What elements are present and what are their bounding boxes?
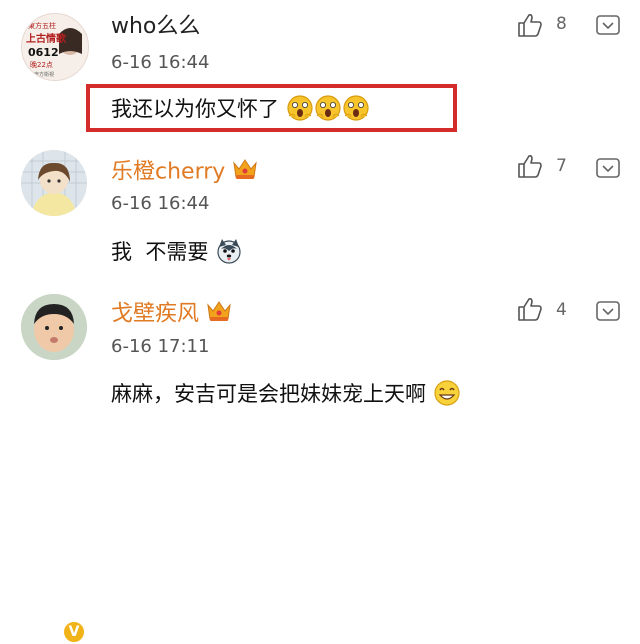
avatar-caption: 0612 bbox=[28, 46, 59, 59]
comment-text: 麻麻，安吉可是会把妹妹宠上天啊 bbox=[111, 378, 461, 412]
comment-more-icon bbox=[596, 301, 620, 321]
comment-more-icon bbox=[596, 15, 620, 35]
like-button[interactable] bbox=[517, 296, 543, 322]
username-text: 乐橙cherry bbox=[111, 159, 226, 185]
comment-item: 乐橙cherry 6-16 16:44 我 不需要 7 bbox=[0, 140, 640, 280]
like-count: 8 bbox=[556, 14, 567, 34]
comment-text: 我还以为你又怀了 bbox=[111, 93, 370, 127]
like-count: 4 bbox=[556, 300, 567, 320]
username[interactable]: who么么 bbox=[111, 14, 200, 40]
avatar[interactable]: 東方五柱 上古情歌 0612 晚22点 東方衛視 bbox=[21, 13, 89, 81]
husky-dog-emoji bbox=[215, 237, 243, 270]
grinning-face-emoji bbox=[433, 379, 461, 412]
avatar-caption: 晚22点 bbox=[30, 60, 53, 69]
comment-text: 我 不需要 bbox=[111, 236, 243, 270]
avatar-image: 東方五柱 上古情歌 0612 晚22点 東方衛視 bbox=[22, 14, 88, 80]
timestamp: 6-16 16:44 bbox=[111, 193, 210, 214]
avatar-caption: 上古情歌 bbox=[26, 32, 67, 45]
timestamp: 6-16 16:44 bbox=[111, 52, 210, 73]
username-text: 戈壁疾风 bbox=[111, 301, 200, 327]
comment-text-content: 我 不需要 bbox=[111, 240, 209, 264]
timestamp: 6-16 17:11 bbox=[111, 336, 210, 357]
avatar[interactable] bbox=[21, 150, 87, 216]
like-button[interactable] bbox=[517, 12, 543, 38]
comment-text-content: 麻麻，安吉可是会把妹妹宠上天啊 bbox=[111, 382, 426, 406]
avatar-caption: 東方五柱 bbox=[28, 21, 56, 30]
username[interactable]: 戈壁疾风 bbox=[111, 299, 233, 330]
comment-more-icon bbox=[596, 158, 620, 178]
thumbs-up-icon bbox=[518, 155, 542, 178]
comment-item: 東方五柱 上古情歌 0612 晚22点 東方衛視 who么么 6-16 16:4… bbox=[0, 0, 640, 140]
shocked-face-emoji bbox=[342, 94, 370, 127]
verified-badge-icon: V bbox=[62, 620, 86, 644]
avatar-caption: 東方衛視 bbox=[34, 71, 54, 78]
vip-crown-icon bbox=[205, 299, 233, 330]
more-button[interactable] bbox=[596, 158, 620, 178]
shocked-face-emoji bbox=[314, 94, 342, 127]
like-button[interactable] bbox=[517, 153, 543, 179]
comment-item: V 戈壁疾风 6-16 17:11 麻麻，安吉可是会把妹妹宠上天啊 4 bbox=[0, 280, 640, 644]
avatar-image bbox=[21, 294, 87, 360]
username[interactable]: 乐橙cherry bbox=[111, 157, 259, 188]
thumbs-up-icon bbox=[518, 298, 542, 321]
more-button[interactable] bbox=[596, 15, 620, 35]
shocked-face-emoji bbox=[286, 94, 314, 127]
more-button[interactable] bbox=[596, 301, 620, 321]
vip-crown-icon bbox=[231, 157, 259, 188]
avatar-image bbox=[21, 150, 87, 216]
comment-text-content: 我还以为你又怀了 bbox=[111, 97, 279, 121]
like-count: 7 bbox=[556, 156, 567, 176]
avatar[interactable] bbox=[21, 294, 87, 360]
thumbs-up-icon bbox=[518, 14, 542, 37]
